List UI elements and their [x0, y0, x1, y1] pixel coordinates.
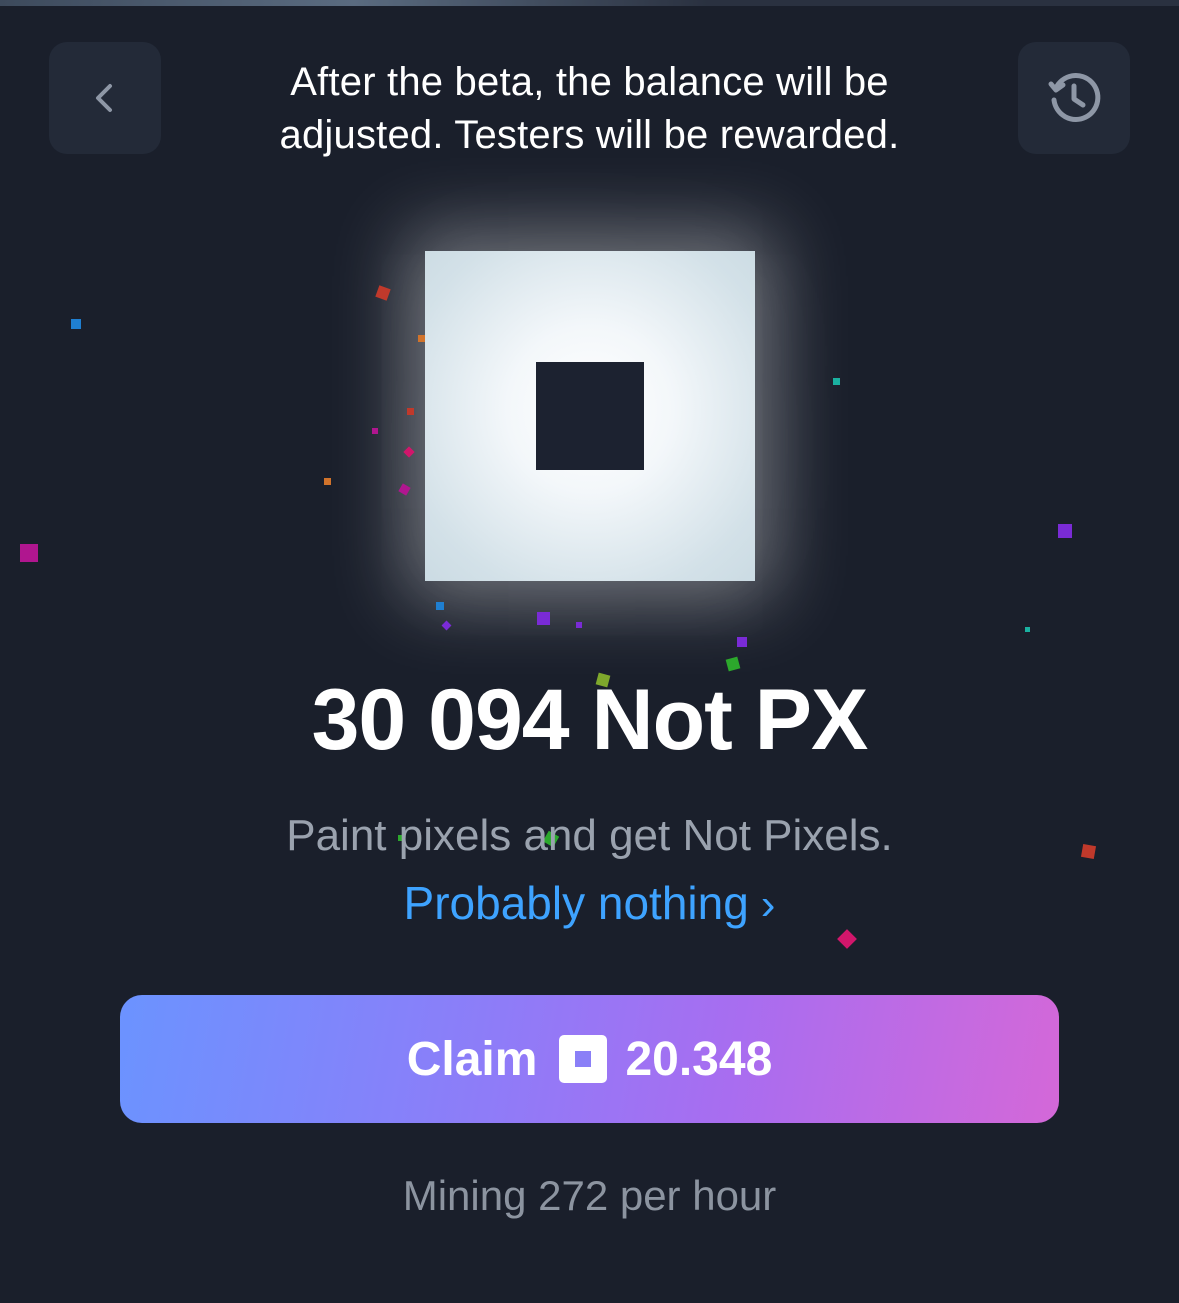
- confetti-piece: [737, 637, 747, 647]
- history-icon: [1048, 73, 1101, 122]
- balance-unit: Not PX: [591, 672, 869, 768]
- confetti-piece: [1025, 627, 1030, 632]
- back-button[interactable]: [49, 42, 161, 154]
- chevron-right-icon: ›: [760, 880, 776, 929]
- confetti-piece: [537, 612, 550, 625]
- confetti-piece: [1058, 524, 1072, 538]
- confetti-piece: [576, 622, 582, 628]
- balance-amount: 30 094: [311, 672, 570, 768]
- confetti-piece: [441, 620, 452, 631]
- confetti-piece: [418, 335, 425, 342]
- not-pixel-logo: [425, 251, 755, 581]
- confetti-piece: [407, 408, 414, 415]
- claim-amount: 20.348: [625, 1032, 773, 1086]
- confetti-piece: [20, 544, 38, 562]
- confetti-piece: [403, 446, 415, 458]
- chevron-left-icon: [96, 84, 112, 112]
- beta-notice: After the beta, the balance will be adju…: [279, 60, 900, 157]
- probably-nothing-link[interactable]: Probably nothing ›: [0, 874, 1179, 934]
- confetti-piece: [71, 319, 81, 329]
- top-strip: [0, 0, 1179, 6]
- claim-button[interactable]: Claim 20.348: [120, 995, 1059, 1123]
- confetti-piece: [324, 478, 331, 485]
- balance-display: 30 094 Not PX: [0, 670, 1179, 770]
- history-button[interactable]: [1018, 42, 1130, 154]
- confetti-piece: [436, 602, 444, 610]
- not-pixel-coin-icon: [559, 1035, 608, 1083]
- confetti-piece: [375, 285, 391, 301]
- confetti-piece: [372, 428, 378, 434]
- confetti-piece: [833, 378, 840, 385]
- confetti-piece: [398, 483, 411, 496]
- link-label: Probably nothing: [403, 877, 749, 929]
- tagline: Paint pixels and get Not Pixels.: [286, 811, 893, 860]
- mining-rate: Mining 272 per hour: [402, 1172, 777, 1219]
- claim-label: Claim: [406, 1032, 538, 1086]
- screen: After the beta, the balance will be adju…: [0, 0, 1179, 1303]
- logo-inner-square: [536, 362, 644, 470]
